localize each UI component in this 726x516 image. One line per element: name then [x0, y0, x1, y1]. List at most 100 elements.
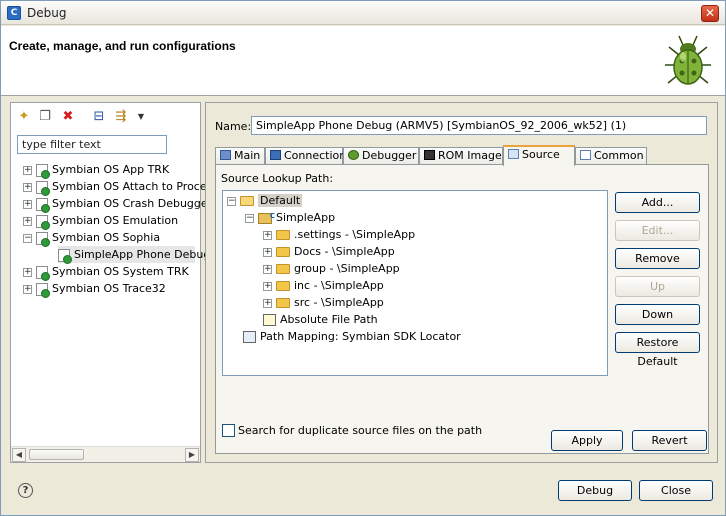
expand-icon[interactable]: + — [263, 230, 272, 240]
expand-icon[interactable]: + — [23, 216, 32, 226]
source-node-project[interactable]: − SimpleApp — [245, 208, 336, 226]
tab-label: Main — [234, 149, 261, 162]
node-label: .settings - \SimpleApp — [294, 228, 416, 241]
config-type-icon — [36, 197, 50, 213]
expand-icon[interactable]: + — [23, 199, 32, 209]
tree-item-app-trk[interactable]: + Symbian OS App TRK — [23, 161, 170, 179]
absolute-path-icon — [263, 314, 276, 326]
tree-item-trace32[interactable]: + Symbian OS Trace32 — [23, 280, 166, 298]
window-title: Debug — [27, 6, 67, 20]
tree-item-system-trk[interactable]: + Symbian OS System TRK — [23, 263, 189, 281]
collapse-all-icon[interactable]: ⊟ — [91, 109, 107, 125]
remove-button[interactable]: Remove — [615, 248, 700, 269]
down-button[interactable]: Down — [615, 304, 700, 325]
delete-icon[interactable]: ✖ — [60, 109, 76, 125]
restore-default-button[interactable]: Restore Default — [615, 332, 700, 368]
tree-item-label: Symbian OS App TRK — [52, 163, 170, 176]
node-label: group - \SimpleApp — [294, 262, 400, 275]
revert-button[interactable]: Revert — [632, 430, 707, 451]
collapse-icon[interactable]: − — [227, 196, 236, 206]
source-node-settings[interactable]: + .settings - \SimpleApp — [263, 226, 415, 243]
folder-icon — [276, 230, 290, 240]
configuration-list-panel: ✦ ❐ ✖ ⊟ ⇶ ▼ type filter text + Symbian OS… — [10, 102, 212, 463]
path-mapping-icon — [243, 331, 256, 343]
debug-button[interactable]: Debug — [558, 480, 632, 501]
bug-icon — [665, 35, 711, 85]
expand-icon[interactable]: + — [263, 264, 272, 274]
filter-icon[interactable]: ⇶ — [113, 109, 129, 125]
config-type-icon — [36, 163, 50, 179]
source-node-default[interactable]: − Default — [227, 192, 303, 209]
duplicate-icon[interactable]: ❐ — [37, 109, 53, 125]
expand-icon[interactable]: + — [23, 165, 32, 175]
dialog-header: Create, manage, and run configurations — [1, 26, 725, 96]
node-label: Default — [258, 194, 303, 207]
source-node-docs[interactable]: + Docs - \SimpleApp — [263, 243, 395, 260]
title-bar: C Debug ✕ — [1, 1, 725, 25]
tab-label: Debugger — [362, 149, 417, 162]
tab-common[interactable]: Common — [575, 147, 647, 165]
up-button[interactable]: Up — [615, 276, 700, 297]
tab-connection[interactable]: Connection — [265, 147, 347, 165]
filter-menu-chevron-down-icon[interactable]: ▼ — [133, 109, 149, 125]
horizontal-scrollbar[interactable]: ◀ ▶ — [11, 446, 200, 462]
tab-label: Source — [522, 148, 560, 161]
folder-icon — [276, 247, 290, 257]
scroll-right-icon[interactable]: ▶ — [185, 448, 199, 462]
node-label: Absolute File Path — [280, 313, 378, 326]
source-node-group[interactable]: + group - \SimpleApp — [263, 260, 400, 277]
tree-item-label: Symbian OS Crash Debugger — [52, 197, 213, 210]
tree-item-attach[interactable]: + Symbian OS Attach to Proces — [23, 178, 213, 196]
apply-button[interactable]: Apply — [551, 430, 623, 451]
tree-item-label: Symbian OS Attach to Proces — [52, 180, 213, 193]
folder-icon — [276, 281, 290, 291]
expand-icon[interactable]: + — [263, 281, 272, 291]
debugger-bug-icon — [348, 150, 359, 160]
source-node-path-mapping[interactable]: Path Mapping: Symbian SDK Locator — [243, 328, 461, 345]
name-field[interactable]: SimpleApp Phone Debug (ARMV5) [SymbianOS… — [251, 116, 707, 135]
new-config-icon[interactable]: ✦ — [16, 109, 32, 125]
node-label: SimpleApp — [276, 211, 336, 224]
expand-icon[interactable]: + — [23, 267, 32, 277]
folder-icon — [276, 298, 290, 308]
tree-item-sophia[interactable]: − Symbian OS Sophia — [23, 229, 160, 247]
tree-item-simpleapp-phone-debug[interactable]: SimpleApp Phone Debug — [58, 246, 210, 264]
add-button[interactable]: Add... — [615, 192, 700, 213]
expand-icon[interactable]: + — [23, 182, 32, 192]
main-tab-icon — [220, 150, 231, 160]
filter-input[interactable]: type filter text — [17, 135, 167, 154]
source-node-inc[interactable]: + inc - \SimpleApp — [263, 277, 384, 294]
tab-label: Common — [594, 149, 644, 162]
tree-item-label: Symbian OS Trace32 — [52, 282, 166, 295]
edit-button[interactable]: Edit... — [615, 220, 700, 241]
connection-icon — [270, 150, 281, 160]
source-node-absolute-path[interactable]: Absolute File Path — [263, 311, 378, 328]
config-type-icon — [36, 231, 50, 247]
tree-item-label: SimpleApp Phone Debug — [74, 248, 211, 261]
duplicate-search-checkbox[interactable] — [222, 424, 235, 437]
expand-icon[interactable]: + — [263, 298, 272, 308]
tab-main[interactable]: Main — [215, 147, 265, 165]
source-node-src[interactable]: + src - \SimpleApp — [263, 294, 384, 311]
expand-icon[interactable]: + — [263, 247, 272, 257]
folder-open-icon — [240, 196, 254, 206]
tab-debugger[interactable]: Debugger — [343, 147, 419, 165]
header-title: Create, manage, and run configurations — [9, 39, 236, 53]
scroll-thumb[interactable] — [29, 449, 84, 460]
tree-item-crash-debugger[interactable]: + Symbian OS Crash Debugger — [23, 195, 213, 213]
help-icon[interactable]: ? — [18, 483, 33, 498]
tab-source[interactable]: Source — [503, 145, 575, 166]
expand-icon[interactable]: + — [23, 284, 32, 294]
tab-rom-image[interactable]: ROM Image — [419, 147, 503, 165]
tab-label: Connection — [284, 149, 347, 162]
app-icon: C — [7, 6, 21, 20]
config-type-icon — [36, 265, 50, 281]
collapse-icon[interactable]: − — [245, 213, 254, 223]
close-button[interactable]: Close — [639, 480, 713, 501]
debug-dialog: C Debug ✕ Create, manage, and run config… — [0, 0, 726, 516]
source-lookup-label: Source Lookup Path: — [221, 172, 334, 185]
tree-item-emulation[interactable]: + Symbian OS Emulation — [23, 212, 178, 230]
close-icon[interactable]: ✕ — [701, 5, 719, 22]
collapse-icon[interactable]: − — [23, 233, 32, 243]
scroll-left-icon[interactable]: ◀ — [12, 448, 26, 462]
